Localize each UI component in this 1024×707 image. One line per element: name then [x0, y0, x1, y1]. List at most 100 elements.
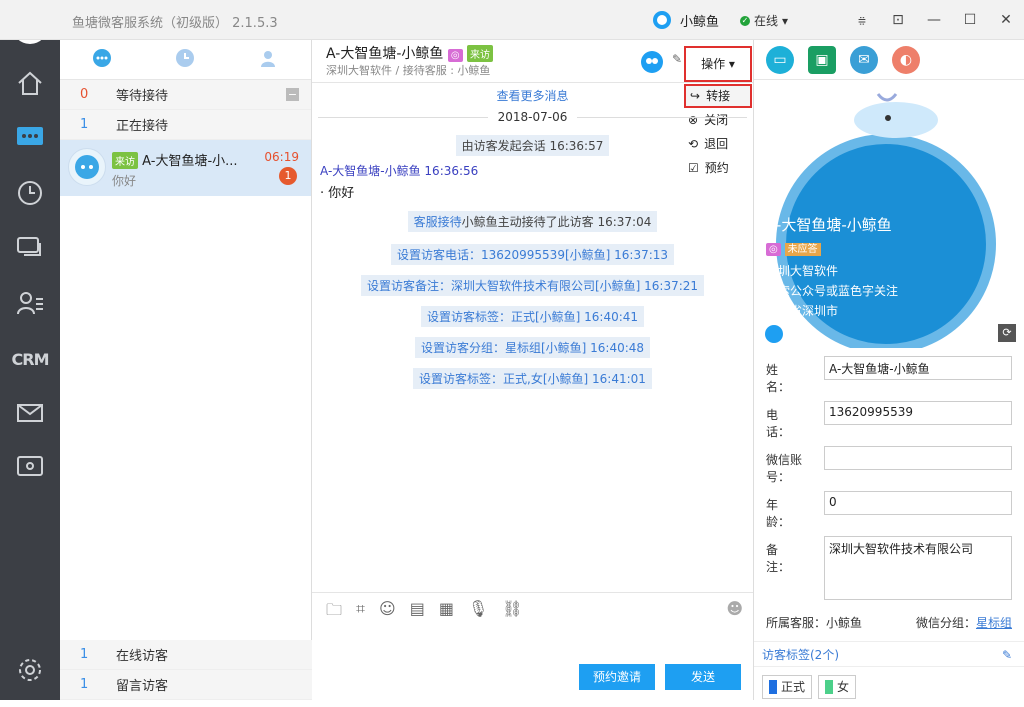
online-count: 1	[80, 647, 89, 662]
phone-field[interactable]: 13620995539	[824, 401, 1012, 425]
window-controls: ⩷ ⊡ — ☐ ✕	[844, 0, 1024, 40]
home-icon[interactable]	[15, 68, 45, 98]
emoji-icon[interactable]: ☺	[379, 599, 396, 626]
visitor-tag-list: 正式 女	[754, 667, 1002, 707]
field-note-label: 备 注：	[766, 543, 803, 574]
monitor-icon[interactable]	[15, 452, 45, 482]
message-count: 1	[80, 677, 89, 692]
accept-prefix: 客服接待	[413, 215, 462, 229]
messages-icon[interactable]	[15, 232, 45, 262]
contacts-icon[interactable]	[15, 288, 45, 318]
profile-miniapp-icon: ◎	[766, 243, 781, 256]
folder-icon[interactable]: 🗀	[326, 599, 342, 626]
serving-label: 正在接待	[116, 119, 169, 134]
tag-label: 正式	[781, 680, 806, 694]
field-wechat-label: 微信账号：	[766, 453, 803, 484]
menu-return[interactable]: ⟲ 退回	[684, 132, 752, 156]
tab-profile-icon[interactable]: ▣	[808, 45, 836, 74]
wechat-group: 微信分组：星标组	[916, 614, 1012, 631]
link-icon[interactable]: ⛓	[502, 599, 522, 626]
status-dropdown[interactable]: ✓ 在线 ▾	[740, 12, 788, 29]
mail-icon[interactable]	[15, 398, 45, 428]
name-field[interactable]: A-大智鱼塘-小鲸鱼	[824, 356, 1012, 380]
online-check-icon: ✓	[740, 15, 750, 26]
close-icon[interactable]: ✕	[988, 0, 1024, 40]
chat-visit-badge: 来访	[467, 45, 494, 62]
transfer-group-icon[interactable]	[640, 50, 664, 74]
whale-icon	[854, 93, 938, 138]
wechat-group-link[interactable]: 星标组	[976, 616, 1012, 630]
event-message: 设置访客电话：13620995539[小鲸鱼] 16:37:13	[390, 244, 675, 265]
conversation-item[interactable]: 来访 A-大智鱼塘-小... 你好 06:19 1	[60, 140, 311, 196]
tag-label: 女	[837, 680, 850, 694]
chat-icon[interactable]	[15, 122, 45, 152]
invite-button[interactable]: 预约邀请	[579, 664, 655, 690]
visitor-tag[interactable]: 女	[818, 675, 857, 699]
note-field[interactable]: 深圳大智软件技术有限公司	[824, 536, 1012, 600]
crm-icon[interactable]: CRM	[12, 344, 50, 374]
field-note-row: 备 注： 深圳大智软件技术有限公司	[766, 536, 1012, 600]
menu-appointment[interactable]: ☑ 预约	[684, 156, 752, 180]
serving-count: 1	[80, 117, 89, 132]
send-button[interactable]: 发送	[665, 664, 741, 690]
wechat-group-label: 微信分组：	[915, 616, 976, 630]
menu-appointment-label: 预约	[704, 161, 729, 175]
tab-history-icon[interactable]	[175, 48, 195, 71]
quick-reply-icon[interactable]: ▤	[410, 599, 425, 626]
profile-tag-row: ◎ 未应答	[766, 240, 821, 256]
template-icon[interactable]: ▦	[439, 599, 454, 626]
online-label: 在线访客	[116, 649, 169, 664]
edit-tags-icon[interactable]: ✎	[1002, 642, 1012, 668]
edit-icon[interactable]: ✎	[672, 52, 682, 66]
brand-logo-icon	[765, 325, 783, 343]
waiting-count: 0	[80, 87, 89, 102]
conversation-tabs	[60, 40, 311, 80]
event-message: 设置访客标签：正式[小鲸鱼] 16:40:41	[420, 306, 645, 327]
refresh-icon[interactable]: ⟳	[998, 324, 1016, 342]
operate-button[interactable]: 操作 ▾	[684, 46, 752, 82]
visitor-tags-header: 访客标签(2个) ✎	[754, 641, 1024, 667]
wechat-field[interactable]	[824, 446, 1012, 470]
current-user[interactable]: 小鲸鱼	[652, 10, 719, 30]
conversation-preview: 你好	[112, 174, 137, 188]
tab-chat-icon[interactable]: ▭	[766, 45, 794, 74]
tab-visitor-icon[interactable]	[259, 48, 279, 71]
visitor-message-text: · 你好	[320, 186, 355, 201]
age-field[interactable]: 0	[824, 491, 1012, 515]
crop-icon[interactable]: ⌗	[356, 599, 365, 626]
accept-text: 小鲸鱼主动接待了此访客 16:37:04	[461, 215, 652, 229]
conversation-name-row: 来访 A-大智鱼塘-小...	[112, 150, 238, 169]
profile-name: A-大智鱼塘-小鲸鱼	[766, 216, 892, 234]
checkbox-icon: ☑	[688, 161, 699, 175]
accept-message: 客服接待 小鲸鱼主动接待了此访客 16:37:04	[407, 211, 658, 232]
group-online[interactable]: 1 在线访客	[60, 640, 312, 670]
tab-current-chats-icon[interactable]	[92, 48, 112, 71]
maximize-icon[interactable]: ☐	[952, 0, 988, 40]
visitor-tags-title: 访客标签(2个)	[762, 648, 839, 662]
visitor-info-panel: ▭ ▣ ✉ ◐ A-大智鱼塘-小鲸鱼 ◎ 未应答 深圳大智软件 搜索公众号或蓝色…	[753, 40, 1024, 700]
minimize-icon[interactable]: —	[916, 0, 952, 40]
group-serving[interactable]: 1 正在接待	[60, 110, 311, 140]
no-reply-badge: 未应答	[784, 243, 821, 256]
field-age-label: 年 龄：	[766, 498, 803, 529]
compose-area[interactable]: 🗀 ⌗ ☺ ▤ ▦ 🎙 ⛓ ☻ 预约邀请 发送	[312, 592, 753, 700]
collapse-icon[interactable]: −	[286, 88, 299, 101]
event-message: 设置访客分组：星标组[小鲸鱼] 16:40:48	[414, 337, 651, 358]
profile-slogan: 搜索公众号或蓝色字关注	[766, 284, 899, 298]
group-message[interactable]: 1 留言访客	[60, 670, 312, 700]
tab-mail-icon[interactable]: ✉	[850, 45, 878, 74]
tab-tag-icon[interactable]: ◐	[892, 45, 920, 74]
menu-icon[interactable]: ⩷	[844, 0, 880, 40]
assistant-icon[interactable]: ☻	[726, 599, 743, 618]
history-icon[interactable]	[15, 178, 45, 208]
user-avatar-icon	[653, 11, 671, 29]
system-message: 由访客发起会话 16:36:57	[455, 135, 610, 156]
visitor-profile-card: A-大智鱼塘-小鲸鱼 ◎ 未应答 深圳大智软件 搜索公众号或蓝色字关注 广东省深…	[754, 80, 1024, 348]
group-waiting[interactable]: 0 等待接待 −	[60, 80, 311, 110]
visitor-tag[interactable]: 正式	[762, 675, 813, 699]
layout-icon[interactable]: ⊡	[880, 0, 916, 40]
settings-icon[interactable]	[15, 655, 45, 685]
send-buttons: 预约邀请 发送	[579, 664, 741, 690]
microphone-icon[interactable]: 🎙	[468, 599, 488, 626]
app-title: 鱼塘微客服系统（初级版） 2.1.5.3	[72, 16, 278, 31]
